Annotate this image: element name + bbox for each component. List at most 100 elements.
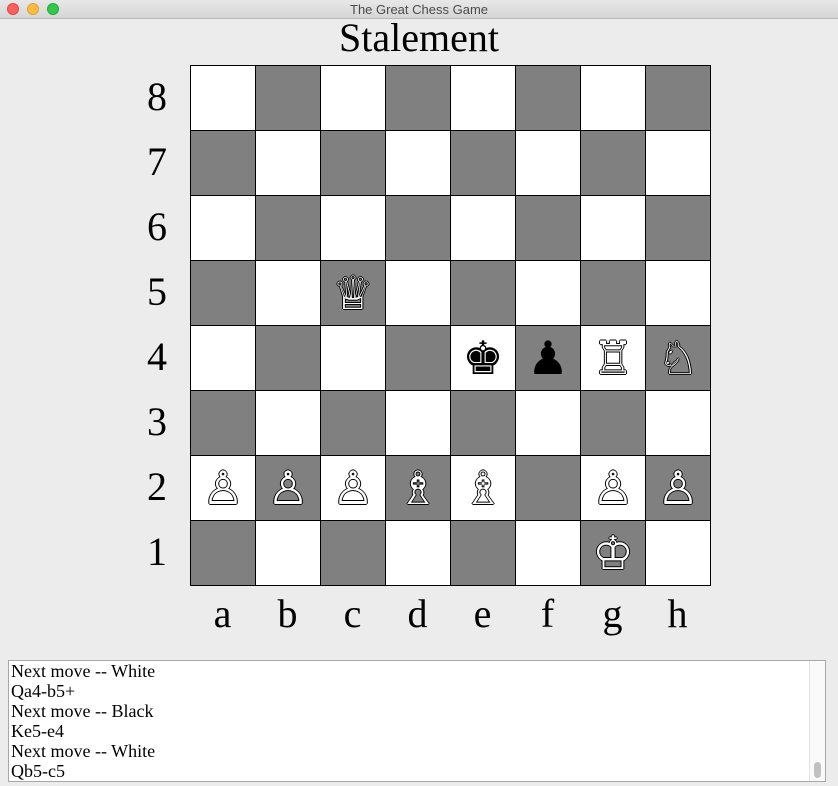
square-b8[interactable] bbox=[256, 66, 320, 130]
file-label: d bbox=[407, 591, 428, 636]
move-log-scrollbar[interactable] bbox=[809, 661, 825, 781]
square-d4[interactable] bbox=[386, 326, 450, 390]
white-pawn-icon[interactable]: ♙ bbox=[202, 465, 243, 511]
square-b7[interactable] bbox=[256, 131, 320, 195]
square-c5[interactable]: ♕ bbox=[321, 261, 385, 325]
white-queen-icon[interactable]: ♕ bbox=[332, 270, 373, 316]
square-f4[interactable]: ♟ bbox=[516, 326, 580, 390]
rank-label: 3 bbox=[147, 399, 167, 444]
rank-label: 8 bbox=[147, 74, 167, 119]
square-e3[interactable] bbox=[451, 391, 515, 455]
square-h7[interactable] bbox=[646, 131, 710, 195]
white-knight-icon[interactable]: ♘ bbox=[657, 335, 698, 381]
white-pawn-icon[interactable]: ♙ bbox=[657, 465, 698, 511]
square-f1[interactable] bbox=[516, 521, 580, 585]
square-e1[interactable] bbox=[451, 521, 515, 585]
square-d1[interactable] bbox=[386, 521, 450, 585]
square-g3[interactable] bbox=[581, 391, 645, 455]
black-pawn-icon[interactable]: ♟ bbox=[527, 335, 568, 381]
log-line: Next move -- Black bbox=[11, 701, 154, 721]
square-b2[interactable]: ♙ bbox=[256, 456, 320, 520]
rank-label: 4 bbox=[147, 334, 167, 379]
white-bishop-icon[interactable]: ♗ bbox=[462, 465, 503, 511]
square-d8[interactable] bbox=[386, 66, 450, 130]
square-g8[interactable] bbox=[581, 66, 645, 130]
square-g1[interactable]: ♔ bbox=[581, 521, 645, 585]
square-g2[interactable]: ♙ bbox=[581, 456, 645, 520]
square-a6[interactable] bbox=[191, 196, 255, 260]
square-f7[interactable] bbox=[516, 131, 580, 195]
rank-label: 6 bbox=[147, 204, 167, 249]
square-d3[interactable] bbox=[386, 391, 450, 455]
rank-label: 2 bbox=[147, 464, 167, 509]
square-f8[interactable] bbox=[516, 66, 580, 130]
square-e7[interactable] bbox=[451, 131, 515, 195]
square-b4[interactable] bbox=[256, 326, 320, 390]
square-f3[interactable] bbox=[516, 391, 580, 455]
rank-label: 1 bbox=[147, 529, 167, 574]
scrollbar-thumb[interactable] bbox=[814, 762, 821, 778]
chess-board[interactable]: ♕ ♚ ♟ ♖ ♘ ♙ ♙ ♙ ♗ ♗ ♙ ♙ ♔ bbox=[190, 65, 711, 586]
square-d5[interactable] bbox=[386, 261, 450, 325]
square-e2[interactable]: ♗ bbox=[451, 456, 515, 520]
square-a3[interactable] bbox=[191, 391, 255, 455]
file-label: a bbox=[213, 591, 232, 636]
square-a1[interactable] bbox=[191, 521, 255, 585]
square-h2[interactable]: ♙ bbox=[646, 456, 710, 520]
square-a2[interactable]: ♙ bbox=[191, 456, 255, 520]
file-label: h bbox=[667, 591, 688, 636]
square-a5[interactable] bbox=[191, 261, 255, 325]
white-bishop-icon[interactable]: ♗ bbox=[397, 465, 438, 511]
move-log[interactable]: Next move -- White Qa4-b5+ Next move -- Bl… bbox=[8, 660, 826, 782]
square-d6[interactable] bbox=[386, 196, 450, 260]
file-label: e bbox=[473, 591, 492, 636]
square-f6[interactable] bbox=[516, 196, 580, 260]
square-c8[interactable] bbox=[321, 66, 385, 130]
square-a7[interactable] bbox=[191, 131, 255, 195]
square-h4[interactable]: ♘ bbox=[646, 326, 710, 390]
log-line: Next move -- White bbox=[11, 661, 156, 681]
square-c6[interactable] bbox=[321, 196, 385, 260]
square-c3[interactable] bbox=[321, 391, 385, 455]
square-d2[interactable]: ♗ bbox=[386, 456, 450, 520]
square-c1[interactable] bbox=[321, 521, 385, 585]
square-b6[interactable] bbox=[256, 196, 320, 260]
square-h3[interactable] bbox=[646, 391, 710, 455]
square-b3[interactable] bbox=[256, 391, 320, 455]
square-g7[interactable] bbox=[581, 131, 645, 195]
square-f5[interactable] bbox=[516, 261, 580, 325]
square-c7[interactable] bbox=[321, 131, 385, 195]
white-pawn-icon[interactable]: ♙ bbox=[332, 465, 373, 511]
rank-label: 7 bbox=[147, 139, 167, 184]
log-line: Qb5-c5 bbox=[11, 761, 65, 781]
square-g6[interactable] bbox=[581, 196, 645, 260]
rank-label: 5 bbox=[147, 269, 167, 314]
square-e6[interactable] bbox=[451, 196, 515, 260]
square-h1[interactable] bbox=[646, 521, 710, 585]
log-line: Qa4-b5+ bbox=[11, 681, 76, 701]
square-g4[interactable]: ♖ bbox=[581, 326, 645, 390]
square-a8[interactable] bbox=[191, 66, 255, 130]
white-king-icon[interactable]: ♔ bbox=[592, 530, 633, 576]
square-h6[interactable] bbox=[646, 196, 710, 260]
square-d7[interactable] bbox=[386, 131, 450, 195]
square-e4[interactable]: ♚ bbox=[451, 326, 515, 390]
black-king-icon[interactable]: ♚ bbox=[462, 335, 503, 381]
square-a4[interactable] bbox=[191, 326, 255, 390]
square-f2[interactable] bbox=[516, 456, 580, 520]
square-b5[interactable] bbox=[256, 261, 320, 325]
file-label: g bbox=[602, 591, 623, 636]
square-h5[interactable] bbox=[646, 261, 710, 325]
game-status: Stalement bbox=[339, 15, 499, 60]
square-e8[interactable] bbox=[451, 66, 515, 130]
white-pawn-icon[interactable]: ♙ bbox=[267, 465, 308, 511]
square-c2[interactable]: ♙ bbox=[321, 456, 385, 520]
square-g5[interactable] bbox=[581, 261, 645, 325]
square-e5[interactable] bbox=[451, 261, 515, 325]
square-h8[interactable] bbox=[646, 66, 710, 130]
square-c4[interactable] bbox=[321, 326, 385, 390]
square-b1[interactable] bbox=[256, 521, 320, 585]
white-rook-icon[interactable]: ♖ bbox=[592, 335, 633, 381]
move-log-lines: Next move -- White Qa4-b5+ Next move -- Bl… bbox=[11, 661, 155, 781]
white-pawn-icon[interactable]: ♙ bbox=[592, 465, 633, 511]
